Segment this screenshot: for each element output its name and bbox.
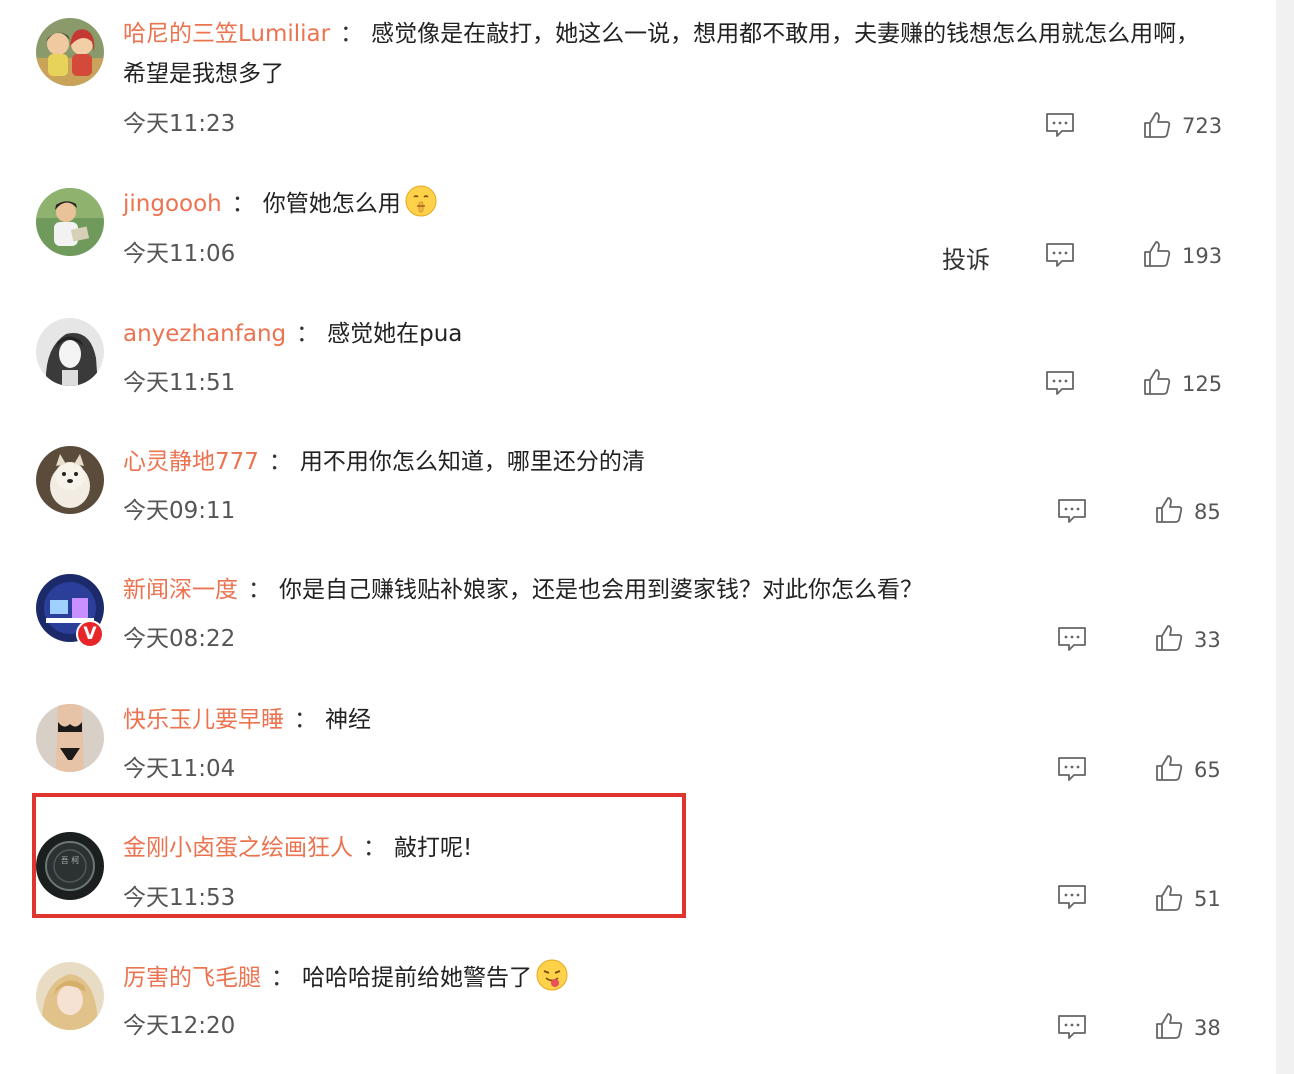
like-count: 723 bbox=[1182, 114, 1223, 138]
scrollbar-track[interactable] bbox=[1276, 0, 1294, 1074]
comment-text: 哈哈哈提前给她警告了 bbox=[302, 965, 532, 991]
comment-time: 今天11:06 bbox=[123, 241, 236, 267]
comment-reply-icon[interactable] bbox=[1045, 242, 1075, 268]
comment-separator: ： bbox=[296, 321, 320, 347]
comment-separator: ： bbox=[271, 965, 294, 991]
comment-username[interactable]: 金刚小卤蛋之绘画狂人 bbox=[123, 835, 353, 861]
comment-reply-icon[interactable] bbox=[1057, 884, 1087, 910]
comment-separator: ： bbox=[248, 577, 271, 603]
comment-item: 厉害的飞毛腿 ： 哈哈哈提前给她警告了 今天12:20 38 bbox=[0, 944, 1276, 1072]
avatar-dark-badge-icon: 吾 柯 bbox=[36, 832, 104, 900]
like-count: 65 bbox=[1194, 758, 1221, 782]
comment-time: 今天12:20 bbox=[123, 1013, 236, 1039]
comment-text: 神经 bbox=[325, 707, 371, 733]
like-count: 33 bbox=[1194, 628, 1221, 652]
comment-item: 心灵静地777 ： 用不用你怎么知道，哪里还分的清 今天09:11 85 bbox=[0, 428, 1276, 556]
avatar[interactable] bbox=[36, 188, 104, 256]
avatar-blonde-girl-icon bbox=[36, 962, 104, 1030]
comment-item: V 新闻深一度 ： 你是自己赚钱贴补娘家，还是也会用到婆家钱？对此你怎么看？ 今天0… bbox=[0, 556, 1276, 684]
comment-item: 吾 柯 金刚小卤蛋之绘画狂人 ： 敲打呢! 今天11:53 51 bbox=[0, 814, 1276, 942]
like-count: 51 bbox=[1194, 887, 1221, 911]
comment-line: anyezhanfang ： 感觉她在pua bbox=[123, 314, 1206, 354]
comment-username[interactable]: 快乐玉儿要早睡 bbox=[123, 707, 284, 733]
like-count: 85 bbox=[1194, 500, 1221, 524]
avatar-dog-icon bbox=[36, 446, 104, 514]
verified-badge: V bbox=[76, 620, 104, 648]
comment-time: 今天09:11 bbox=[123, 498, 236, 524]
comment-username[interactable]: jingoooh bbox=[123, 191, 222, 217]
avatar[interactable] bbox=[36, 446, 104, 514]
avatar[interactable] bbox=[36, 962, 104, 1030]
avatar[interactable] bbox=[36, 318, 104, 386]
comment-username[interactable]: 厉害的飞毛腿 bbox=[123, 965, 261, 991]
avatar[interactable]: 吾 柯 bbox=[36, 832, 104, 900]
comment-separator: ： bbox=[363, 835, 386, 861]
comment-line: jingoooh ： 你管她怎么用 bbox=[123, 184, 1206, 224]
comment-separator: ： bbox=[268, 449, 292, 475]
thumbs-up-icon[interactable] bbox=[1155, 496, 1183, 524]
comment-separator: ： bbox=[340, 21, 364, 47]
comment-reply-icon[interactable] bbox=[1057, 1014, 1087, 1040]
comment-username[interactable]: anyezhanfang bbox=[123, 321, 286, 347]
comment-separator: ： bbox=[231, 191, 255, 217]
thumbs-up-icon[interactable] bbox=[1143, 240, 1171, 268]
comment-line: 哈尼的三笠Lumiliar：感觉像是在敲打，她这么一说，想用都不敢用，夫妻赚的钱… bbox=[123, 14, 1206, 94]
thumbs-up-icon[interactable] bbox=[1155, 1012, 1183, 1040]
comment-line: 新闻深一度 ： 你是自己赚钱贴补娘家，还是也会用到婆家钱？对此你怎么看？ bbox=[123, 570, 1206, 610]
comment-text: 用不用你怎么知道，哪里还分的清 bbox=[299, 449, 645, 475]
comment-username[interactable]: 新闻深一度 bbox=[123, 577, 238, 603]
comment-time: 今天08:22 bbox=[123, 626, 236, 652]
complain-link[interactable]: 投诉 bbox=[942, 240, 990, 275]
avatar-boy-reading-icon bbox=[36, 188, 104, 256]
thumbs-up-icon[interactable] bbox=[1155, 624, 1183, 652]
comment-separator: ： bbox=[294, 707, 317, 733]
comment-reply-icon[interactable] bbox=[1057, 626, 1087, 652]
comment-reply-icon[interactable] bbox=[1057, 498, 1087, 524]
comment-time: 今天11:04 bbox=[123, 756, 236, 782]
comment-item: jingoooh ： 你管她怎么用 今天11:06 投诉 193 bbox=[0, 170, 1276, 298]
thumbs-up-icon[interactable] bbox=[1155, 884, 1183, 912]
like-count: 193 bbox=[1182, 244, 1223, 268]
avatar-couple-cartoon-icon bbox=[36, 18, 104, 86]
thumbs-up-icon[interactable] bbox=[1143, 368, 1171, 396]
thumbs-up-icon[interactable] bbox=[1155, 754, 1183, 782]
like-count: 38 bbox=[1194, 1016, 1221, 1040]
comment-text: 感觉她在pua bbox=[327, 321, 463, 347]
thumbs-up-icon[interactable] bbox=[1143, 111, 1171, 139]
comment-time: 今天11:53 bbox=[123, 885, 236, 911]
like-count: 125 bbox=[1182, 372, 1223, 396]
comment-item: anyezhanfang ： 感觉她在pua 今天11:51 125 bbox=[0, 300, 1276, 428]
avatar-girl-bw-icon bbox=[36, 318, 104, 386]
comment-reply-icon[interactable] bbox=[1057, 756, 1087, 782]
avatar-badge-text: 吾 柯 bbox=[61, 855, 80, 865]
comment-text: 你管她怎么用 bbox=[262, 191, 401, 217]
comment-item: 哈尼的三笠Lumiliar：感觉像是在敲打，她这么一说，想用都不敢用，夫妻赚的钱… bbox=[0, 0, 1276, 138]
comment-text: 你是自己赚钱贴补娘家，还是也会用到婆家钱？对此你怎么看？ bbox=[279, 577, 923, 603]
comment-text: 敲打呢! bbox=[394, 835, 473, 861]
tongue-face-emoji-icon bbox=[536, 959, 568, 991]
comment-username[interactable]: 哈尼的三笠Lumiliar bbox=[123, 21, 330, 47]
comment-line: 快乐玉儿要早睡 ： 神经 bbox=[123, 700, 1206, 740]
comment-time: 今天11:51 bbox=[123, 370, 236, 396]
comment-username[interactable]: 心灵静地777 bbox=[123, 449, 259, 475]
avatar-figure-icon bbox=[36, 704, 104, 772]
comment-line: 心灵静地777 ： 用不用你怎么知道，哪里还分的清 bbox=[123, 442, 1206, 482]
shush-face-emoji-icon bbox=[405, 185, 437, 217]
avatar[interactable] bbox=[36, 704, 104, 772]
comment-line: 金刚小卤蛋之绘画狂人 ： 敲打呢! bbox=[123, 828, 1206, 868]
comment-reply-icon[interactable] bbox=[1045, 112, 1075, 138]
avatar[interactable] bbox=[36, 18, 104, 86]
comment-reply-icon[interactable] bbox=[1045, 370, 1075, 396]
comment-line: 厉害的飞毛腿 ： 哈哈哈提前给她警告了 bbox=[123, 958, 1206, 998]
comment-time: 今天11:23 bbox=[123, 111, 236, 137]
